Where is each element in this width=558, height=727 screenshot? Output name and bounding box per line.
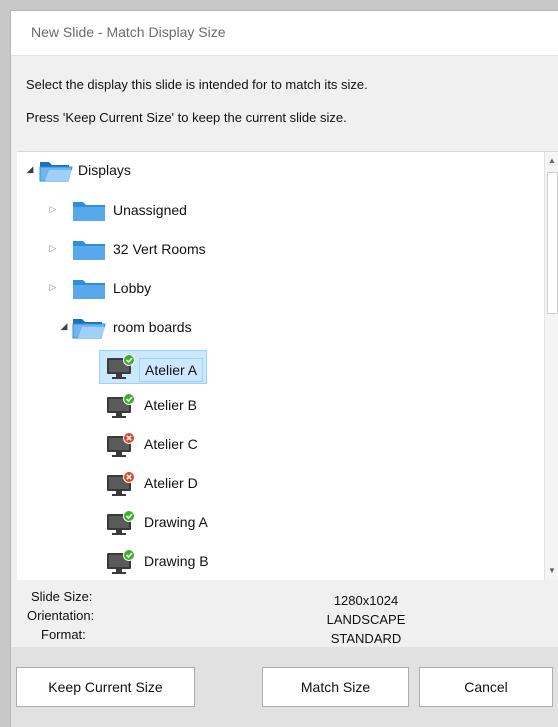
format-label: Format: bbox=[41, 627, 86, 642]
instruction-text-1: Select the display this slide is intende… bbox=[26, 77, 368, 92]
tree-node-lobby[interactable]: ▷ Lobby bbox=[17, 276, 537, 302]
orientation-value: LANDSCAPE bbox=[326, 612, 406, 627]
tree-node-label: Drawing B bbox=[144, 553, 209, 569]
folder-open-icon bbox=[72, 319, 106, 339]
collapsed-arrow-icon[interactable]: ▷ bbox=[47, 204, 59, 215]
tree-node-label: Atelier C bbox=[144, 436, 198, 452]
keep-current-size-button[interactable]: Keep Current Size bbox=[16, 667, 195, 707]
match-size-button[interactable]: Match Size bbox=[262, 667, 409, 707]
monitor-online-icon bbox=[107, 393, 135, 418]
tree-node-label: Atelier B bbox=[144, 397, 197, 413]
expanded-arrow-icon[interactable]: ◢ bbox=[24, 164, 36, 175]
tree-node-label: Lobby bbox=[113, 280, 152, 296]
dialog-title: New Slide - Match Display Size bbox=[31, 24, 226, 40]
tree-node-atelier-c[interactable]: Atelier C bbox=[17, 432, 537, 458]
tree-node-label: Drawing A bbox=[144, 514, 208, 530]
format-value: STANDARD bbox=[330, 631, 402, 646]
slide-size-label: Slide Size: bbox=[31, 589, 93, 604]
tree-node-drawing-a[interactable]: Drawing A bbox=[17, 510, 537, 536]
tree-node-atelier-b[interactable]: Atelier B bbox=[17, 393, 537, 419]
folder-icon bbox=[73, 241, 105, 260]
title-bar[interactable]: New Slide - Match Display Size bbox=[11, 11, 558, 56]
scroll-thumb[interactable] bbox=[547, 172, 558, 314]
slide-size-value: 1280x1024 bbox=[333, 593, 399, 608]
tree-node-atelier-d[interactable]: Atelier D bbox=[17, 471, 537, 497]
tree-scrollbar[interactable]: ▲ ▼ bbox=[544, 152, 558, 580]
monitor-online-icon bbox=[107, 549, 135, 574]
tree-node-room-boards[interactable]: ◢ room boards bbox=[17, 315, 537, 341]
folder-icon bbox=[73, 202, 105, 221]
collapsed-arrow-icon[interactable]: ▷ bbox=[47, 243, 59, 254]
button-bar: Keep Current Size Match Size Cancel bbox=[11, 647, 558, 727]
tree-node-label: room boards bbox=[113, 319, 192, 335]
monitor-online-icon bbox=[107, 354, 135, 379]
tree-node-label: Atelier A bbox=[139, 358, 204, 382]
monitor-offline-icon bbox=[107, 471, 135, 496]
tree-node-drawing-b[interactable]: Drawing B bbox=[17, 549, 537, 575]
orientation-label: Orientation: bbox=[27, 608, 95, 623]
collapsed-arrow-icon[interactable]: ▷ bbox=[47, 282, 59, 293]
monitor-offline-icon bbox=[107, 432, 135, 457]
folder-open-icon bbox=[39, 162, 73, 182]
tree-node-label: Atelier D bbox=[144, 475, 198, 491]
display-tree: ◢ Displays ▷ Unassigned ▷ 32 Vert Rooms … bbox=[17, 151, 558, 580]
tree-node-32-vert-rooms[interactable]: ▷ 32 Vert Rooms bbox=[17, 237, 537, 263]
scroll-up-icon[interactable]: ▲ bbox=[545, 154, 558, 168]
instruction-text-2: Press 'Keep Current Size' to keep the cu… bbox=[26, 110, 347, 125]
match-display-size-dialog: New Slide - Match Display Size Select th… bbox=[10, 10, 558, 727]
scroll-down-icon[interactable]: ▼ bbox=[545, 564, 558, 578]
tree-node-label: Displays bbox=[78, 162, 131, 178]
expanded-arrow-icon[interactable]: ◢ bbox=[58, 321, 70, 332]
tree-node-displays[interactable]: ◢ Displays bbox=[17, 158, 537, 184]
tree-node-label: 32 Vert Rooms bbox=[113, 241, 206, 257]
tree-node-unassigned[interactable]: ▷ Unassigned bbox=[17, 198, 537, 224]
folder-icon bbox=[73, 280, 105, 299]
tree-node-label: Unassigned bbox=[113, 202, 187, 218]
monitor-online-icon bbox=[107, 510, 135, 535]
tree-node-atelier-a[interactable]: Atelier A bbox=[17, 350, 537, 384]
cancel-button[interactable]: Cancel bbox=[419, 667, 553, 707]
